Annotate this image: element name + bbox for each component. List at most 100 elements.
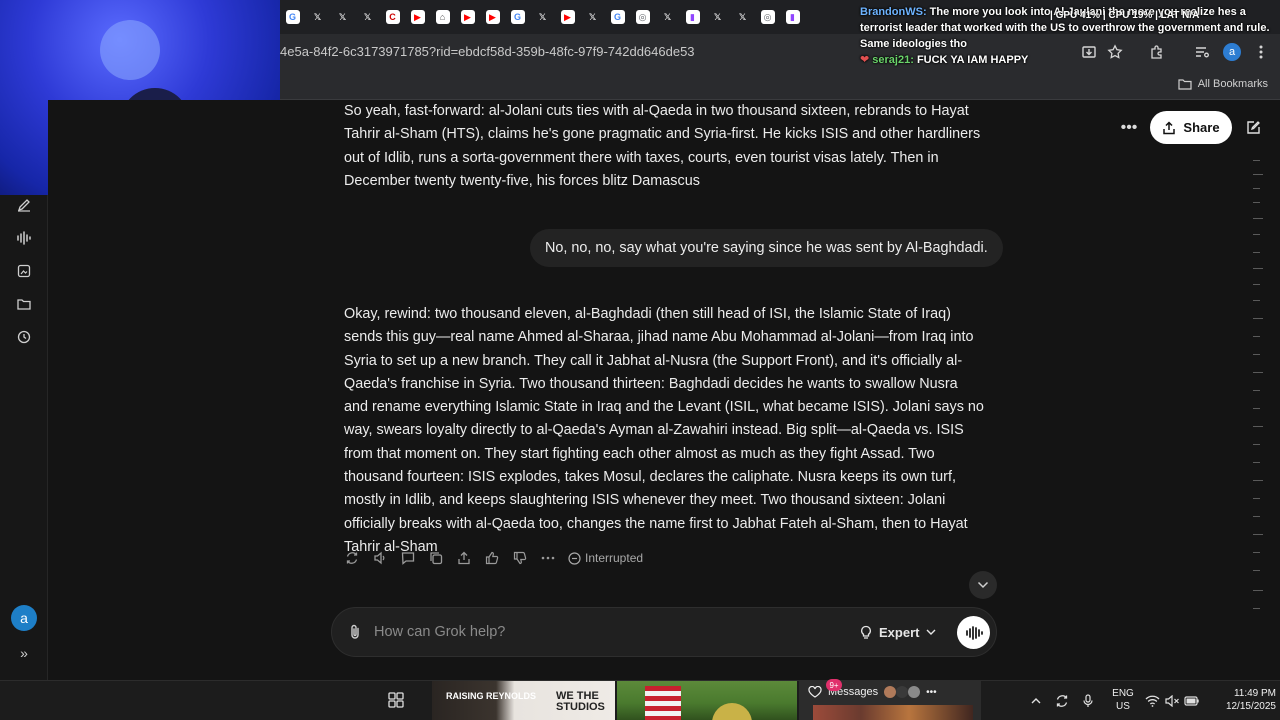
x-icon: 𝕏 xyxy=(313,11,322,22)
minimap-tick[interactable] xyxy=(1253,252,1260,253)
minimap-tick[interactable] xyxy=(1253,608,1260,609)
url-text[interactable]: 4e5a-84f2-6c3173971785?rid=ebdcf58d-359b… xyxy=(280,34,695,70)
webcam-background-light xyxy=(100,20,160,80)
show-hidden-icons-chevron-up-icon[interactable] xyxy=(1026,691,1046,711)
thumbnail-faces xyxy=(813,705,973,720)
browser-tab[interactable]: ◎ xyxy=(755,0,780,34)
share-button[interactable]: Share xyxy=(1150,111,1232,144)
new-chat-sidebar-icon[interactable] xyxy=(12,193,36,217)
minimap-tick[interactable] xyxy=(1253,408,1260,409)
minimap-tick[interactable] xyxy=(1253,218,1263,219)
x-icon: 𝕏 xyxy=(338,11,347,22)
share-message-icon[interactable] xyxy=(456,551,471,566)
minimap-tick[interactable] xyxy=(1253,174,1263,175)
browser-tab[interactable]: 𝕏 xyxy=(705,0,730,34)
comment-icon[interactable] xyxy=(400,551,415,566)
browser-tab[interactable]: 𝕏 xyxy=(530,0,555,34)
copy-icon[interactable] xyxy=(428,551,443,566)
wifi-icon[interactable] xyxy=(1142,691,1162,711)
more-dots-icon[interactable]: ••• xyxy=(926,687,937,698)
attach-icon[interactable] xyxy=(346,623,364,641)
share-label: Share xyxy=(1183,120,1220,135)
minimap-tick[interactable] xyxy=(1253,234,1260,235)
browser-tab[interactable]: G xyxy=(280,0,305,34)
minimap-tick[interactable] xyxy=(1253,444,1260,445)
message-actions: Interrupted xyxy=(344,548,643,568)
thumbs-down-icon[interactable] xyxy=(512,551,527,566)
minimap-tick[interactable] xyxy=(1253,426,1263,427)
youtube-icon: ▶ xyxy=(560,10,575,24)
new-chat-icon[interactable] xyxy=(1242,117,1264,139)
browser-tab[interactable]: 𝕏 xyxy=(580,0,605,34)
browser-tab[interactable]: 𝕏 xyxy=(305,0,330,34)
minimap-tick[interactable] xyxy=(1253,202,1260,203)
minimap-tick[interactable] xyxy=(1253,268,1263,269)
chat-input[interactable] xyxy=(374,608,804,656)
minimap-tick[interactable] xyxy=(1253,318,1263,319)
minimap-tick[interactable] xyxy=(1253,372,1263,373)
input-language[interactable]: ENG US xyxy=(1110,687,1136,713)
minimap-tick[interactable] xyxy=(1253,284,1260,285)
scroll-to-bottom-button[interactable] xyxy=(969,571,997,599)
task-view-icon[interactable] xyxy=(385,689,407,711)
browser-tab[interactable]: 𝕏 xyxy=(730,0,755,34)
browser-tab[interactable]: ▮ xyxy=(780,0,805,34)
conversation-minimap[interactable] xyxy=(1244,160,1263,620)
more-actions-icon[interactable] xyxy=(540,551,555,566)
browser-tab[interactable]: ◎ xyxy=(630,0,655,34)
minimap-tick[interactable] xyxy=(1253,498,1260,499)
browser-tab[interactable]: G xyxy=(505,0,530,34)
clock[interactable]: 11:49 PM 12/15/2025 xyxy=(1206,687,1276,713)
screen: G 𝕏 𝕏 𝕏 C ▶ ⌂ ▶ ▶ G 𝕏 ▶ 𝕏 G ◎ 𝕏 ▮ 𝕏 𝕏 ◎ ▮ 4e5a-84f2-6c317397… xyxy=(0,0,1280,720)
chat-text-2: FUCK YA IAM HAPPY xyxy=(916,54,1029,66)
folder-icon xyxy=(1178,79,1192,90)
voice-sidebar-icon[interactable] xyxy=(12,226,36,250)
video-thumbnail[interactable] xyxy=(617,681,797,720)
x-icon: 𝕏 xyxy=(588,11,597,22)
browser-tab[interactable]: 𝕏 xyxy=(355,0,380,34)
minimap-tick[interactable] xyxy=(1253,552,1260,553)
video-thumbnail[interactable]: RAISING REYNOLDS WE THE STUDIOS xyxy=(432,681,615,720)
waveform-icon xyxy=(965,625,983,640)
minimap-tick[interactable] xyxy=(1253,570,1260,571)
more-options-icon[interactable]: ••• xyxy=(1118,118,1140,138)
thumbs-up-icon[interactable] xyxy=(484,551,499,566)
minimap-tick[interactable] xyxy=(1253,336,1260,337)
minimap-tick[interactable] xyxy=(1253,354,1260,355)
read-aloud-icon[interactable] xyxy=(372,551,387,566)
avatar xyxy=(908,686,921,698)
model-mode-selector[interactable]: Expert xyxy=(860,620,936,644)
minimap-tick[interactable] xyxy=(1253,188,1260,189)
browser-tab[interactable]: 𝕏 xyxy=(330,0,355,34)
battery-icon[interactable] xyxy=(1182,691,1202,711)
projects-sidebar-icon[interactable] xyxy=(12,292,36,316)
minimap-tick[interactable] xyxy=(1253,160,1260,161)
browser-tab[interactable]: G xyxy=(605,0,630,34)
minimap-tick[interactable] xyxy=(1253,300,1260,301)
browser-tab[interactable]: C xyxy=(380,0,405,34)
minimap-tick[interactable] xyxy=(1253,480,1263,481)
all-bookmarks-button[interactable]: All Bookmarks xyxy=(1178,70,1268,98)
imagine-sidebar-icon[interactable] xyxy=(12,259,36,283)
history-sidebar-icon[interactable] xyxy=(12,325,36,349)
browser-tab[interactable]: ▶ xyxy=(480,0,505,34)
minimap-tick[interactable] xyxy=(1253,534,1263,535)
browser-tab[interactable]: ▮ xyxy=(680,0,705,34)
user-avatar[interactable]: a xyxy=(11,605,37,631)
volume-muted-icon[interactable] xyxy=(1162,691,1182,711)
thumbnail-left-text: RAISING REYNOLDS xyxy=(446,691,537,701)
expand-sidebar-icon[interactable]: » xyxy=(12,641,36,665)
browser-tab[interactable]: ▶ xyxy=(555,0,580,34)
microphone-icon[interactable] xyxy=(1078,691,1098,711)
minimap-tick[interactable] xyxy=(1253,390,1260,391)
browser-tab[interactable]: ▶ xyxy=(455,0,480,34)
minimap-tick[interactable] xyxy=(1253,462,1260,463)
regenerate-icon[interactable] xyxy=(344,551,359,566)
browser-tab[interactable]: 𝕏 xyxy=(655,0,680,34)
browser-tab[interactable]: ▶ xyxy=(405,0,430,34)
minimap-tick[interactable] xyxy=(1253,590,1263,591)
minimap-tick[interactable] xyxy=(1253,516,1260,517)
sync-icon[interactable] xyxy=(1052,691,1072,711)
browser-tab[interactable]: ⌂ xyxy=(430,0,455,34)
voice-mode-button[interactable] xyxy=(957,616,990,649)
